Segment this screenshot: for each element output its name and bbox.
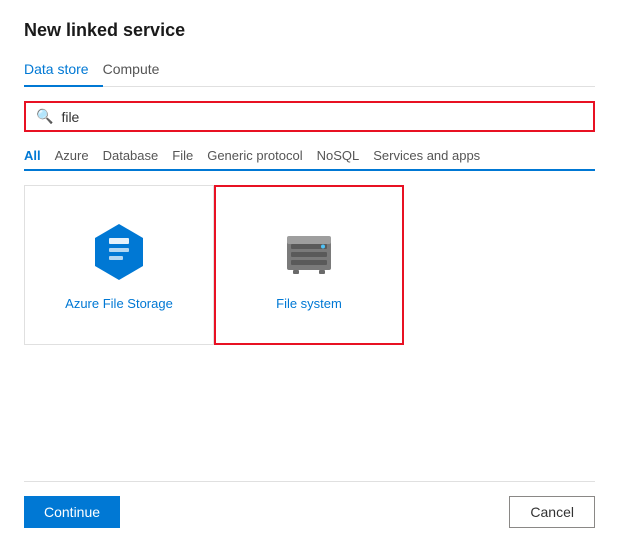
filter-tab-all[interactable]: All — [24, 144, 55, 171]
search-input[interactable] — [61, 109, 583, 125]
filter-tab-azure[interactable]: Azure — [55, 144, 103, 171]
continue-button[interactable]: Continue — [24, 496, 120, 528]
top-tabs: Data store Compute — [24, 55, 595, 87]
tab-compute[interactable]: Compute — [103, 55, 174, 87]
file-system-icon — [277, 220, 341, 284]
footer: Continue Cancel — [24, 481, 595, 528]
card-azure-file-storage-label: Azure File Storage — [65, 296, 173, 311]
azure-file-storage-icon — [87, 220, 151, 284]
search-icon: 🔍 — [36, 108, 53, 125]
filter-tab-nosql[interactable]: NoSQL — [317, 144, 374, 171]
filter-tab-file[interactable]: File — [172, 144, 207, 171]
new-linked-service-dialog: New linked service Data store Compute 🔍 … — [0, 0, 619, 544]
filter-tab-database[interactable]: Database — [103, 144, 173, 171]
filter-tabs: All Azure Database File Generic protocol… — [24, 144, 595, 171]
filter-tab-services-and-apps[interactable]: Services and apps — [373, 144, 494, 171]
card-file-system[interactable]: File system — [214, 185, 404, 345]
card-azure-file-storage[interactable]: Azure File Storage — [24, 185, 214, 345]
filter-tab-generic-protocol[interactable]: Generic protocol — [207, 144, 316, 171]
search-box: 🔍 — [24, 101, 595, 132]
card-file-system-label: File system — [276, 296, 342, 311]
tab-data-store[interactable]: Data store — [24, 55, 103, 87]
cancel-button[interactable]: Cancel — [509, 496, 595, 528]
cards-grid: Azure File Storage File system — [24, 185, 595, 481]
dialog-title: New linked service — [24, 20, 595, 41]
